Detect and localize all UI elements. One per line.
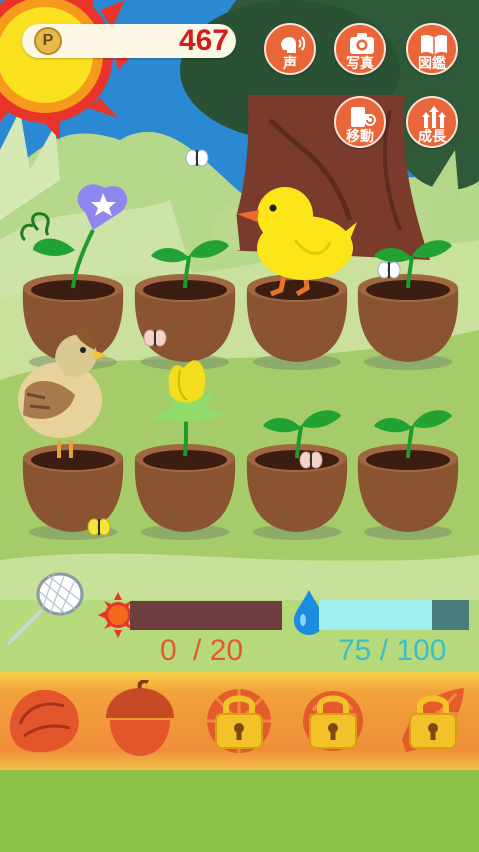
- yellow-duckling[interactable]: [237, 187, 357, 297]
- water-meter-fill: [319, 600, 432, 630]
- sunlight-meter: [130, 601, 282, 630]
- ground: [0, 770, 479, 852]
- acorn-icon: [106, 680, 174, 756]
- sunlight-count: 0 / 20: [160, 634, 244, 667]
- water-count: 75 / 100: [338, 634, 447, 667]
- seed-slot-3[interactable]: [198, 680, 280, 762]
- pot-r2-c4[interactable]: [357, 408, 459, 540]
- mallard-duck[interactable]: [18, 328, 107, 458]
- seed-slot-2[interactable]: [98, 680, 180, 762]
- pot-r1-c2[interactable]: [134, 238, 236, 370]
- pot-r1-c4[interactable]: [357, 238, 459, 370]
- pot-r2-c2[interactable]: [134, 360, 236, 540]
- butterfly[interactable]: [377, 261, 401, 279]
- butterfly[interactable]: [299, 451, 323, 469]
- pot-r1-c3[interactable]: [246, 274, 348, 370]
- yellow-tulip-plant: [150, 360, 225, 457]
- seed-icon: [9, 689, 79, 753]
- bug-net-icon[interactable]: [4, 570, 86, 648]
- butterfly[interactable]: [87, 518, 111, 536]
- butterfly[interactable]: [143, 329, 167, 347]
- seed-slot-1[interactable]: [4, 680, 86, 762]
- seed-slot-5[interactable]: [392, 680, 474, 762]
- pot-r2-c3[interactable]: [246, 408, 348, 540]
- pot-field: [18, 149, 459, 540]
- butterfly[interactable]: [185, 149, 209, 167]
- morning-glory-plant: [20, 184, 128, 289]
- seed-slot-4[interactable]: [292, 680, 374, 762]
